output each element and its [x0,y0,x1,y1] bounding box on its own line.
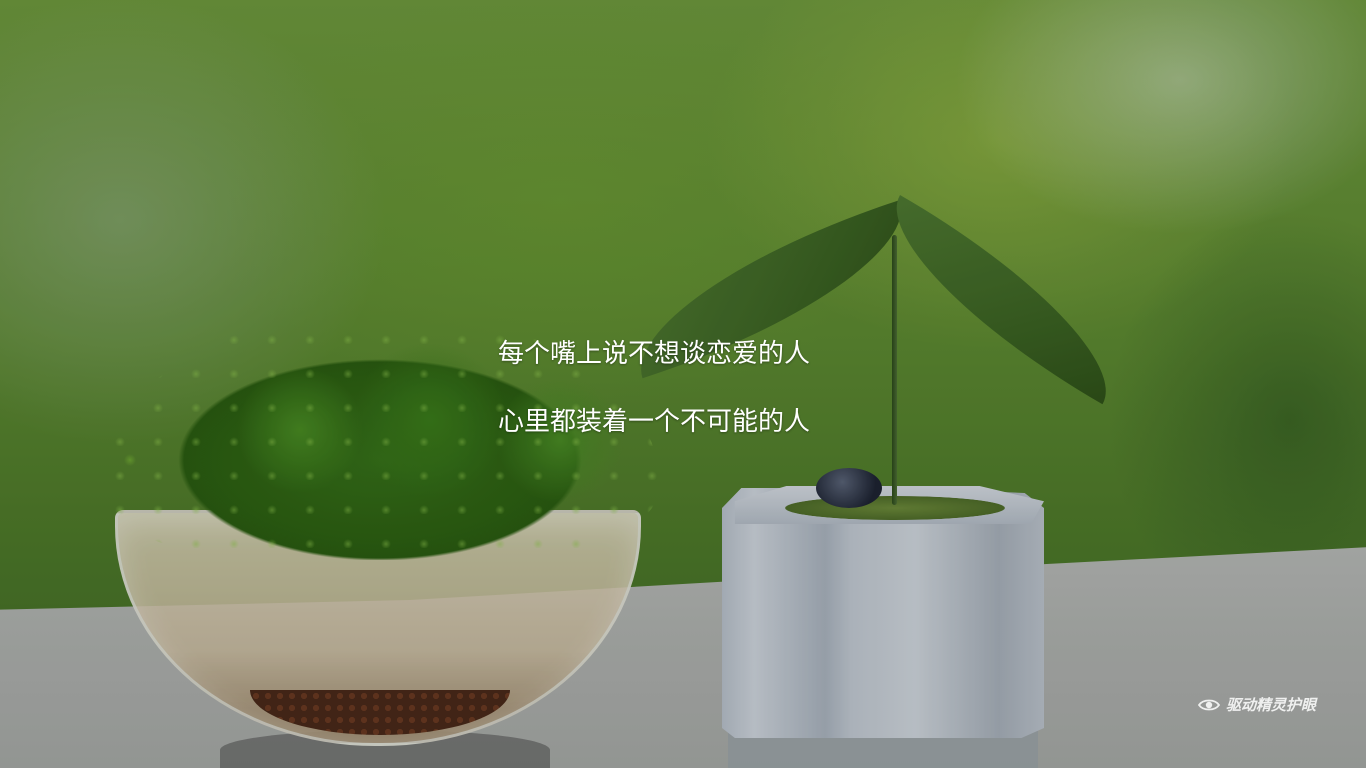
potted-seedling [590,190,1190,768]
wallpaper-quote: 每个嘴上说不想谈恋爱的人 心里都装着一个不可能的人 [498,320,810,456]
white-hexagonal-pot [722,488,1044,738]
eye-icon [1198,699,1220,710]
watermark-label: 驱动精灵护眼 [1226,696,1317,714]
quote-line-1: 每个嘴上说不想谈恋爱的人 [498,339,811,369]
seed-stone [816,468,882,508]
desktop-screen: 每个嘴上说不想谈恋爱的人 心里都装着一个不可能的人 驱动精灵护眼 [0,0,1366,768]
eye-protection-watermark: 驱动精灵护眼 [1198,694,1316,715]
quote-line-2: 心里都装着一个不可能的人 [498,407,811,437]
seedling-leaf-right [860,195,1143,405]
seedling-stem [892,235,897,505]
